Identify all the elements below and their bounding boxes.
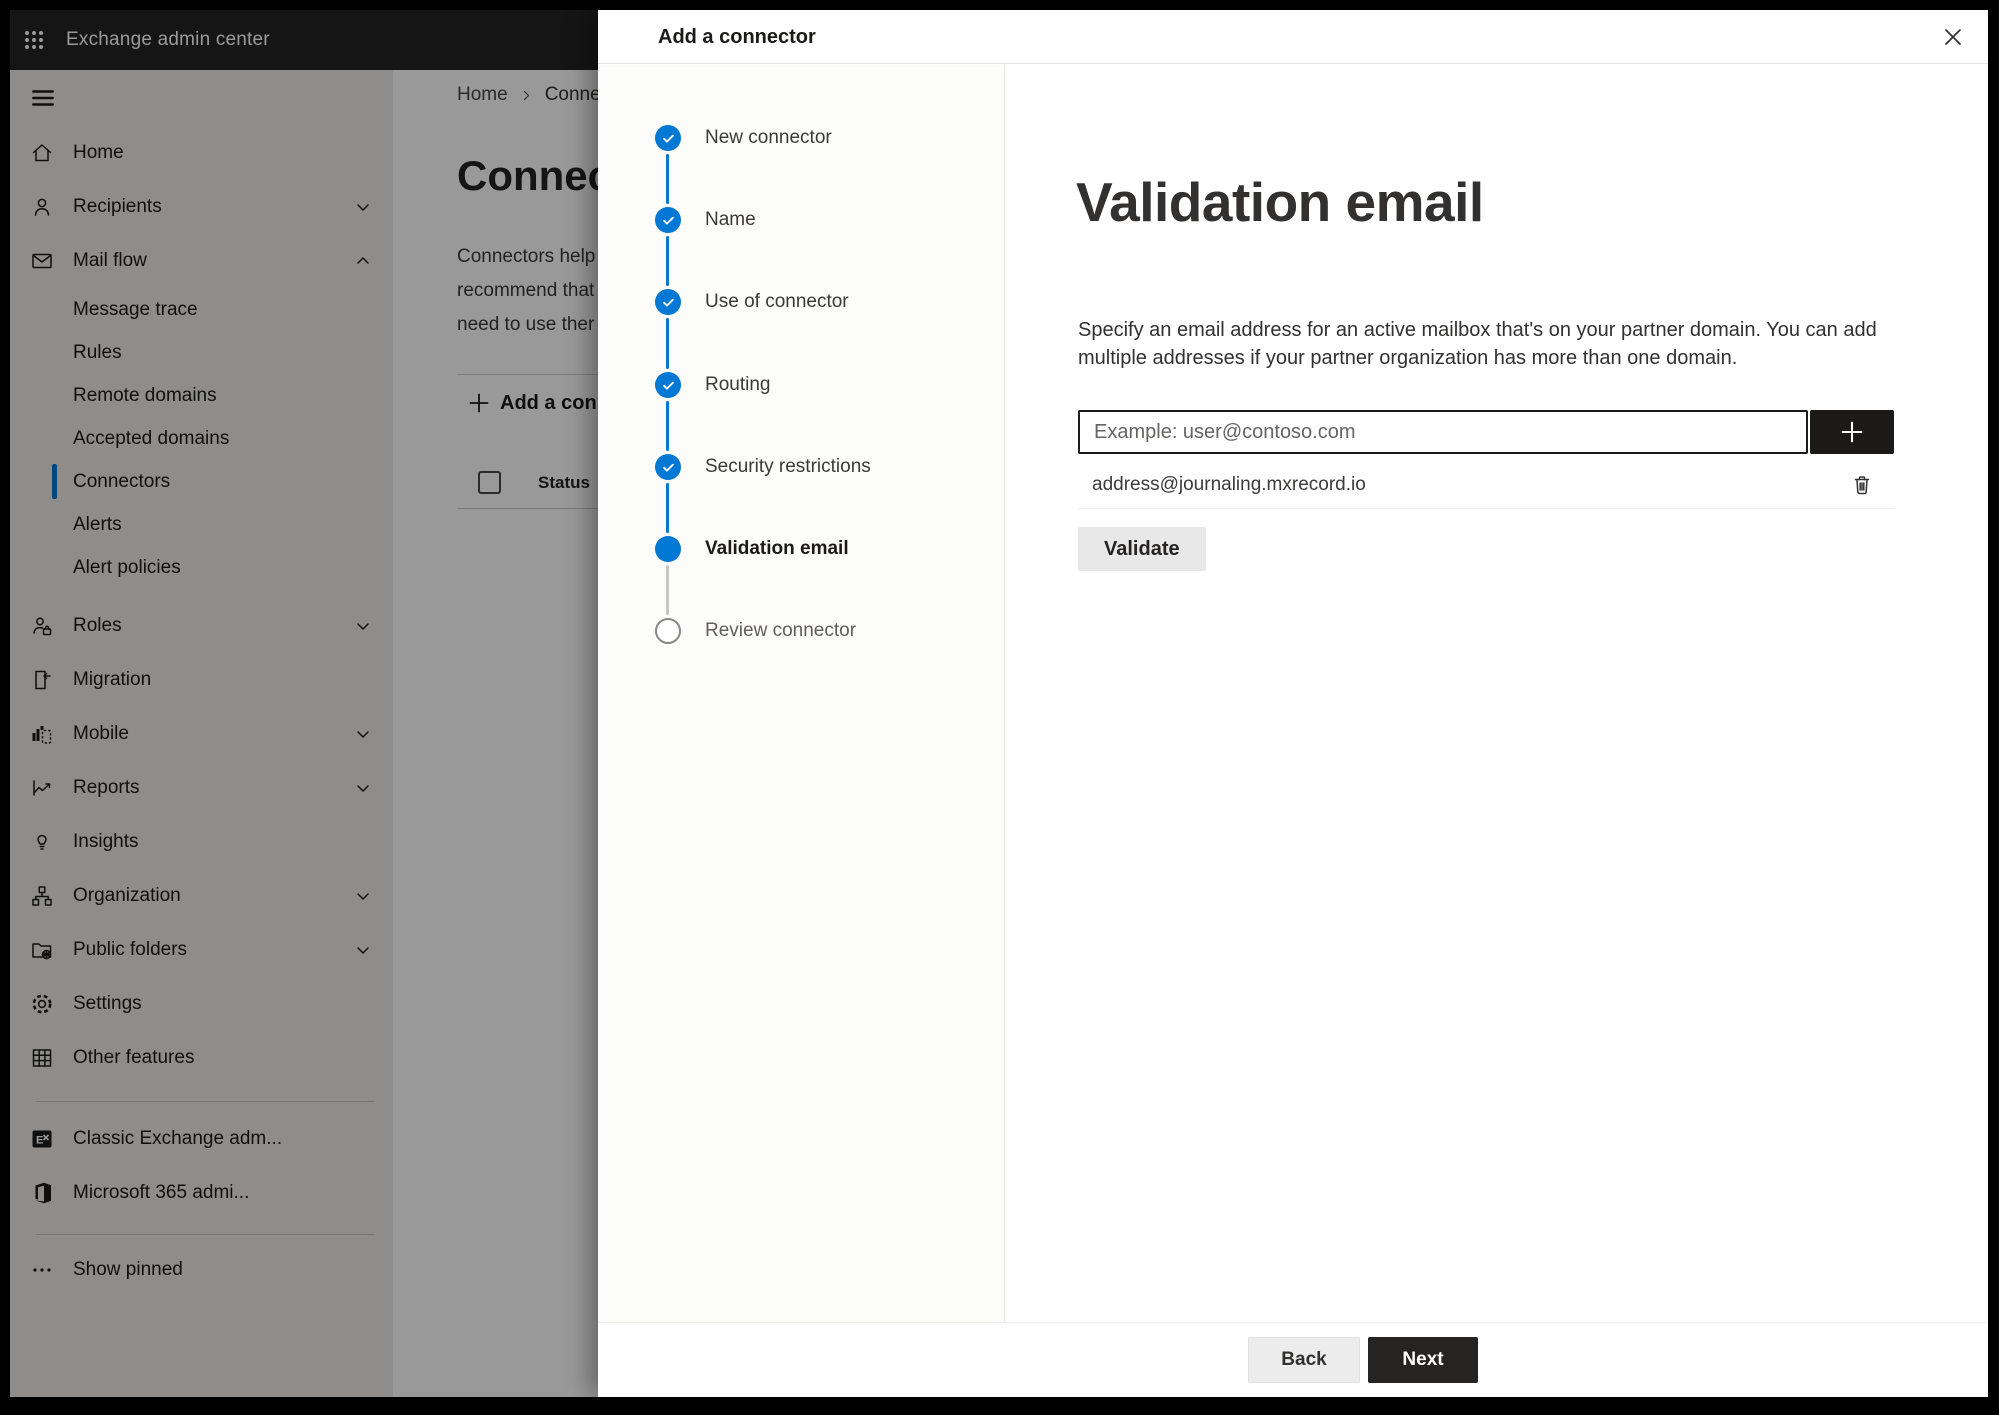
- step-completed-check-icon: [655, 372, 681, 398]
- add-email-button[interactable]: [1810, 410, 1894, 454]
- wizard-step-security-restrictions[interactable]: Security restrictions: [655, 454, 871, 480]
- screenshot-frame: Exchange admin center Home Recipients Ma…: [0, 0, 1999, 1415]
- next-button[interactable]: Next: [1368, 1337, 1478, 1383]
- validate-button[interactable]: Validate: [1078, 527, 1206, 571]
- step-connector-line: [666, 236, 669, 286]
- panel-body: New connector Name Use of connector Rout…: [598, 65, 1988, 1322]
- step-completed-check-icon: [655, 207, 681, 233]
- delete-address-button[interactable]: [1850, 473, 1874, 497]
- exchange-admin-app: Exchange admin center Home Recipients Ma…: [10, 10, 1988, 1397]
- wizard-step-use-of-connector[interactable]: Use of connector: [655, 289, 849, 315]
- address-list-item: address@journaling.mxrecord.io: [1078, 462, 1894, 509]
- step-completed-check-icon: [655, 454, 681, 480]
- step-connector-line: [666, 483, 669, 533]
- wizard-step-new-connector[interactable]: New connector: [655, 125, 832, 151]
- step-label: Routing: [705, 374, 771, 395]
- plus-icon: [1841, 421, 1863, 443]
- step-connector-line: [666, 318, 669, 369]
- step-current-dot-icon: [655, 536, 681, 562]
- trash-icon: [1854, 476, 1870, 495]
- wizard-step-review-connector[interactable]: Review connector: [655, 618, 856, 644]
- step-completed-check-icon: [655, 125, 681, 151]
- email-input-row: [1078, 410, 1894, 454]
- back-button[interactable]: Back: [1248, 1337, 1360, 1383]
- step-label: Security restrictions: [705, 456, 871, 477]
- panel-title: Add a connector: [658, 26, 816, 48]
- description-line: Specify an email address for an active m…: [1078, 319, 1877, 341]
- close-icon: [1945, 29, 1961, 45]
- step-label: Use of connector: [705, 291, 849, 312]
- footer-divider: [598, 1322, 1988, 1323]
- step-label: Review connector: [705, 620, 857, 641]
- address-value: address@journaling.mxrecord.io: [1092, 474, 1366, 495]
- step-connector-line: [666, 401, 669, 451]
- wizard-step-name[interactable]: Name: [655, 207, 756, 233]
- step-connector-line: [666, 565, 669, 615]
- add-connector-panel: Add a connector New connector Name Use o…: [598, 10, 1988, 1397]
- wizard-step-routing[interactable]: Routing: [655, 372, 771, 398]
- step-connector-line: [666, 154, 669, 204]
- description-line: multiple addresses if your partner organ…: [1078, 347, 1738, 369]
- wizard-steps: New connector Name Use of connector Rout…: [598, 65, 1005, 1322]
- validation-email-heading: Validation email: [1076, 171, 1484, 233]
- step-upcoming-circle-icon: [655, 618, 681, 644]
- wizard-step-validation-email[interactable]: Validation email: [655, 536, 849, 562]
- validation-email-description: Specify an email address for an active m…: [1078, 316, 1877, 372]
- step-label: New connector: [705, 127, 832, 148]
- close-button[interactable]: [1942, 26, 1964, 48]
- step-label: Name: [705, 209, 756, 230]
- step-label: Validation email: [705, 538, 849, 559]
- panel-header: Add a connector: [598, 10, 1988, 64]
- step-completed-check-icon: [655, 289, 681, 315]
- validation-email-input[interactable]: [1078, 410, 1808, 454]
